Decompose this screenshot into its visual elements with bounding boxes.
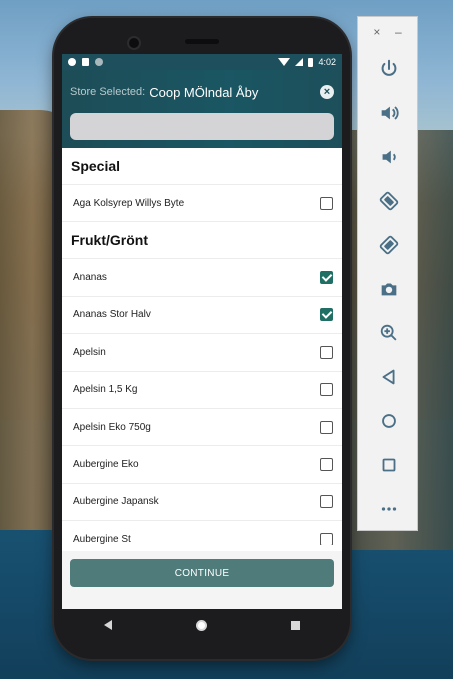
product-list[interactable]: Special Aga Kolsyrep Willys Byte Frukt/G… — [62, 148, 342, 545]
emulator-toolbar: × – — [357, 16, 418, 531]
item-checkbox[interactable] — [320, 458, 333, 472]
list-item[interactable]: Aubergine Japansk — [62, 484, 342, 522]
list-item[interactable]: Aubergine St — [62, 521, 342, 545]
camera-icon[interactable] — [358, 267, 419, 311]
minimize-icon[interactable]: – — [395, 25, 402, 39]
zoom-icon[interactable] — [358, 311, 419, 355]
list-item[interactable]: Apelsin 1,5 Kg — [62, 372, 342, 409]
status-time: 4:02 — [318, 57, 336, 67]
play-icon — [68, 58, 76, 66]
item-label: Apelsin Eko 750g — [73, 421, 151, 433]
close-icon[interactable]: × — [373, 25, 380, 39]
wifi-icon — [278, 58, 291, 66]
item-label: Aubergine St — [73, 533, 131, 545]
speaker-grille — [185, 39, 219, 44]
footer: CONTINUE — [62, 551, 342, 609]
item-checkbox[interactable] — [320, 383, 333, 397]
battery-icon — [308, 57, 314, 67]
section-title: Special — [62, 148, 342, 185]
continue-button[interactable]: CONTINUE — [70, 559, 334, 587]
more-icon[interactable] — [358, 487, 419, 531]
android-nav-bar — [62, 609, 342, 641]
back-icon[interactable] — [358, 355, 419, 399]
status-bar: 4:02 — [62, 54, 342, 70]
close-icon[interactable]: × — [320, 85, 334, 99]
item-checkbox[interactable] — [320, 495, 333, 509]
sdcard-icon — [82, 58, 89, 66]
item-checkbox[interactable] — [320, 420, 333, 434]
item-checkbox[interactable] — [320, 345, 333, 359]
list-item[interactable]: Ananas Stor Halv — [62, 297, 342, 335]
sync-icon — [95, 58, 103, 66]
item-label: Apelsin — [73, 346, 106, 358]
rotate-right-icon[interactable] — [358, 223, 419, 267]
item-checkbox[interactable] — [320, 308, 333, 322]
item-label: Ananas Stor Halv — [73, 309, 151, 321]
overview-icon[interactable] — [291, 620, 300, 630]
store-header: Store Selected: Coop MÖlndal Åby × — [62, 70, 342, 148]
list-item[interactable]: Aubergine Eko — [62, 446, 342, 484]
list-item[interactable]: Apelsin — [62, 334, 342, 372]
list-item[interactable]: Ananas — [62, 259, 342, 297]
camera-icon — [127, 36, 141, 50]
home-icon[interactable] — [196, 619, 207, 631]
store-selected-label: Store Selected: — [70, 86, 146, 98]
back-icon[interactable] — [104, 620, 112, 630]
item-checkbox[interactable] — [320, 532, 333, 545]
item-label: Ananas — [73, 272, 107, 284]
phone-screen: 4:02 Store Selected: Coop MÖlndal Åby × … — [62, 54, 342, 609]
section-title: Frukt/Grönt — [62, 222, 342, 260]
item-checkbox[interactable] — [320, 196, 333, 210]
volume-up-icon[interactable] — [358, 91, 419, 135]
search-input[interactable] — [70, 113, 334, 140]
signal-icon — [295, 58, 304, 66]
phone-frame: 4:02 Store Selected: Coop MÖlndal Åby × … — [54, 18, 350, 659]
store-name: Coop MÖlndal Åby — [149, 84, 259, 100]
item-label: Apelsin 1,5 Kg — [73, 384, 138, 396]
list-item[interactable]: Aga Kolsyrep Willys Byte — [62, 185, 342, 223]
item-checkbox[interactable] — [320, 271, 333, 285]
power-icon[interactable] — [358, 47, 419, 91]
item-label: Aubergine Eko — [73, 459, 139, 471]
item-label: Aga Kolsyrep Willys Byte — [73, 197, 185, 209]
item-label: Aubergine Japansk — [73, 496, 159, 508]
overview-icon[interactable] — [358, 443, 419, 487]
rotate-left-icon[interactable] — [358, 179, 419, 223]
volume-down-icon[interactable] — [358, 135, 419, 179]
list-item[interactable]: Apelsin Eko 750g — [62, 409, 342, 447]
home-icon[interactable] — [358, 399, 419, 443]
